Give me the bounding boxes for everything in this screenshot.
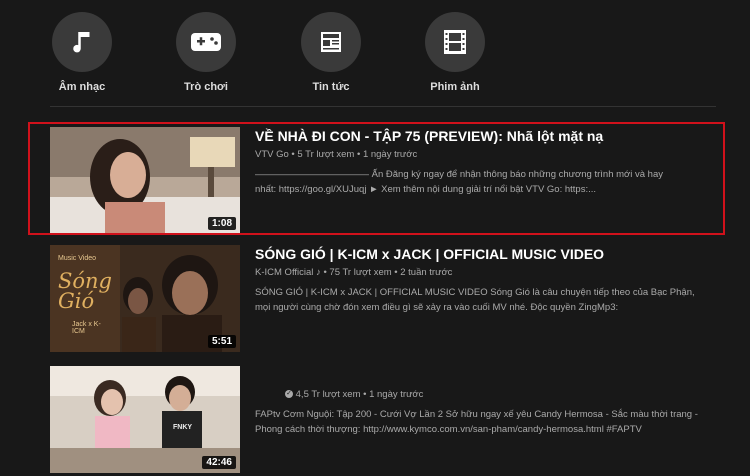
description-line: Phong cách thời thượng: http://www.kymco… [255,424,642,435]
category-movies[interactable]: Phim ảnh [410,12,500,93]
newspaper-icon [301,12,361,72]
video-item[interactable]: Music Video Sóng Gió Jack x K-ICM 5:51 S… [50,245,740,352]
verified-icon: ✓ [285,390,293,399]
category-gaming[interactable]: Trò chơi [161,12,251,93]
video-description: SÓNG GIÓ | K-ICM x JACK | OFFICIAL MUSIC… [255,285,735,315]
video-meta: ✓ 4,5 Tr lượt xem • 1 ngày trước [255,388,735,401]
video-duration: 5:51 [207,335,236,348]
thumbnail-credit: Jack x K-ICM [72,321,101,335]
category-label: Âm nhạc [58,81,106,93]
video-duration: 42:46 [202,456,236,469]
gamepad-icon [176,12,236,72]
video-title[interactable]: SÓNG GIÓ | K-ICM x JACK | OFFICIAL MUSIC… [255,245,735,263]
video-thumbnail[interactable]: Music Video Sóng Gió Jack x K-ICM 5:51 [50,245,240,352]
channel-name[interactable]: K-ICM Official [255,267,313,278]
video-thumbnail[interactable]: FNKY 42:46 [50,366,240,473]
category-label: Phim ảnh [430,81,480,93]
description-line: FAPtv Cơm Nguội: Tập 200 - Cưới Vợ Lần 2… [255,409,698,420]
thumbnail-label: Music Video [58,255,97,262]
music-note-icon [52,12,112,72]
film-icon [425,12,485,72]
category-label: Tin tức [312,81,350,93]
video-item[interactable]: FNKY 42:46 ✓ 4,5 Tr lượt xem • 1 ngày tr… [50,366,740,473]
video-description: FAPtv Cơm Nguội: Tập 200 - Cưới Vợ Lần 2… [255,407,735,437]
description-line: SÓNG GIÓ | K-ICM x JACK | OFFICIAL MUSIC… [255,287,695,298]
category-news[interactable]: Tin tức [286,12,376,93]
category-music[interactable]: Âm nhạc [37,12,127,93]
video-meta: K-ICM Official ♪ • 75 Tr lượt xem • 2 tu… [255,267,453,278]
music-note-icon: ♪ [316,267,321,278]
shirt-text: FNKY [173,424,193,431]
description-line: mọi người cùng chờ đón xem điều gì sẽ xả… [255,302,619,313]
divider [50,106,716,107]
video-title[interactable] [255,366,735,384]
thumbnail-title: Sóng Gió [58,269,112,313]
video-stats: 4,5 Tr lượt xem • 1 ngày trước [295,389,424,400]
highlight-box [28,122,725,235]
category-label: Trò chơi [184,81,228,93]
video-stats: 75 Tr lượt xem • 2 tuần trước [329,267,453,278]
video-info: ✓ 4,5 Tr lượt xem • 1 ngày trước FAPtv C… [255,366,735,437]
category-row: Âm nhạc Trò chơi Tin tức Phim ảnh [0,0,750,100]
video-info: SÓNG GIÓ | K-ICM x JACK | OFFICIAL MUSIC… [255,245,735,315]
